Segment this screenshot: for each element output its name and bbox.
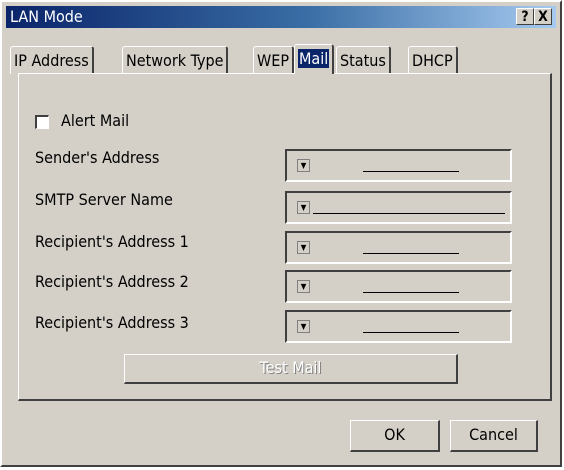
help-button[interactable]: ? (516, 8, 534, 25)
test-mail-button[interactable]: Test Mail (124, 354, 458, 384)
ok-button[interactable]: OK (350, 420, 440, 452)
dropdown-arrow-icon[interactable]: ▼ (297, 320, 310, 333)
field-underline (363, 292, 459, 293)
smtp-server-label: SMTP Server Name (35, 190, 173, 209)
recipient-3-label: Recipient's Address 3 (35, 313, 189, 332)
recipient-1-label: Recipient's Address 1 (35, 232, 189, 251)
field-underline (363, 332, 459, 333)
field-underline (363, 253, 459, 254)
recipient-1-field[interactable]: ▼ (285, 231, 512, 264)
window-title: LAN Mode (10, 7, 83, 26)
close-button[interactable]: X (534, 8, 552, 25)
tab-wep[interactable]: WEP (253, 46, 295, 74)
dropdown-arrow-icon[interactable]: ▼ (297, 241, 310, 254)
smtp-server-field[interactable]: ▼ (285, 191, 512, 224)
field-underline (363, 171, 459, 172)
sender-address-label: Sender's Address (35, 148, 160, 167)
dropdown-arrow-icon[interactable]: ▼ (297, 159, 310, 172)
tab-network-type[interactable]: Network Type (122, 46, 229, 74)
tab-dhcp[interactable]: DHCP (408, 46, 458, 74)
tab-mail[interactable]: Mail (294, 44, 335, 74)
sender-address-field[interactable]: ▼ (285, 149, 512, 182)
field-underline (313, 213, 505, 214)
dropdown-arrow-icon[interactable]: ▼ (297, 280, 310, 293)
recipient-2-label: Recipient's Address 2 (35, 272, 189, 291)
alert-mail-checkbox[interactable] (35, 115, 49, 129)
cancel-button[interactable]: Cancel (450, 420, 538, 452)
title-bar: LAN Mode ? X (6, 6, 556, 28)
alert-mail-label: Alert Mail (61, 111, 130, 130)
recipient-2-field[interactable]: ▼ (285, 270, 512, 303)
tab-status[interactable]: Status (336, 46, 391, 74)
recipient-3-field[interactable]: ▼ (285, 310, 512, 343)
tab-ip-address[interactable]: IP Address (10, 46, 94, 74)
dropdown-arrow-icon[interactable]: ▼ (297, 201, 310, 214)
